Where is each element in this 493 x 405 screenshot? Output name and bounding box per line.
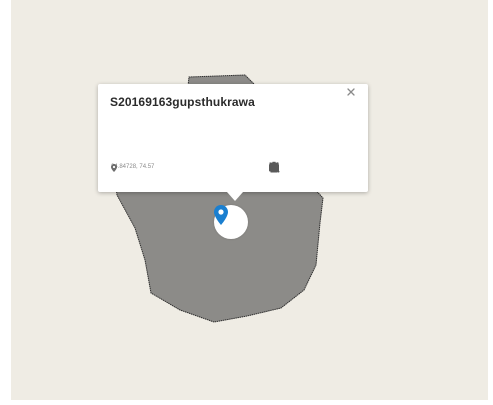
directions-fork-icon[interactable] (269, 161, 337, 173)
popup-coordinates: 24.84728, 74.57 (111, 164, 155, 172)
feature-popup: S20169163gupsthukrawa 24.84728, 74.57 (98, 84, 368, 201)
coordinates-text: 24.84728, 74.57 (111, 164, 155, 170)
map-layer (114, 74, 324, 323)
map-canvas[interactable]: S20169163gupsthukrawa 24.84728, 74.57 (11, 0, 488, 400)
location-pin-icon (111, 164, 117, 172)
map-marker-icon (214, 205, 228, 225)
screen: S20169163gupsthukrawa 24.84728, 74.57 (0, 0, 493, 405)
edit-pencil-icon[interactable] (270, 161, 299, 173)
camera-icon[interactable] (269, 161, 318, 173)
popup-title: S20169163gupsthukrawa (110, 95, 255, 109)
popup-tail (227, 192, 243, 201)
delete-trash-icon[interactable] (269, 161, 356, 173)
close-icon[interactable] (347, 88, 361, 102)
map-marker[interactable] (214, 205, 248, 239)
popup-actions (268, 161, 356, 173)
